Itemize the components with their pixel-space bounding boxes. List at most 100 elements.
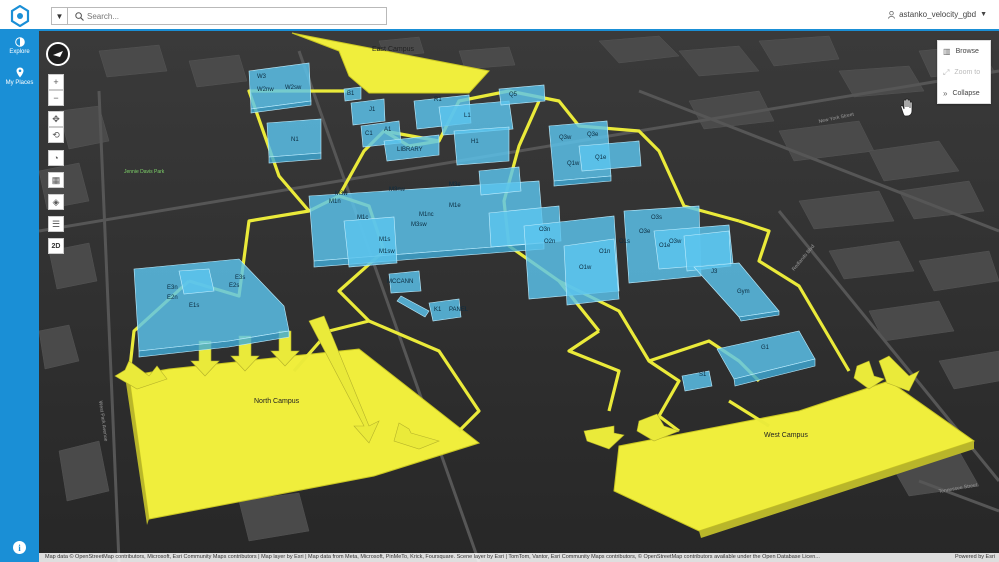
west-campus-label: West Campus: [764, 432, 808, 439]
nav-item-explore[interactable]: Explore: [0, 31, 39, 61]
bldg-label-e2s: E2s: [229, 283, 239, 289]
nav-item-label: Explore: [9, 49, 30, 55]
left-nav: Explore My Places i: [0, 31, 39, 562]
bldg-label-e2n: E2n: [167, 295, 178, 301]
layers-button[interactable]: ◈: [48, 194, 64, 210]
zoom-to-button[interactable]: ⤢ Zoom to: [938, 62, 990, 83]
basemap-button[interactable]: ▦: [48, 172, 64, 188]
bldg-label-e3n: E3n: [167, 285, 178, 291]
grid-icon: ▦: [51, 174, 61, 185]
collapse-button[interactable]: » Collapse: [938, 83, 990, 104]
bldg-label-o1e: O1e: [659, 243, 671, 249]
bldg-label-q1w: Q1w: [567, 161, 580, 167]
rotate-button[interactable]: ⟲: [48, 127, 64, 143]
bldg-label-q1e: Q1e: [595, 155, 607, 161]
app-logo[interactable]: [0, 0, 39, 31]
zoom-to-label: Zoom to: [954, 69, 981, 76]
bldg-label-q3e: Q3e: [587, 132, 599, 138]
bldg-label-o3e: O3e: [639, 229, 651, 235]
bldg-label-o3w: O3w: [669, 239, 682, 245]
bldg-label-m1s: M1s: [379, 237, 390, 243]
collapse-label: Collapse: [952, 90, 980, 97]
list-icon: ☰: [51, 218, 61, 229]
bldg-label-j1: J1: [369, 107, 376, 113]
bldg-label-o1n: O1n: [599, 249, 610, 255]
feature-panel: ▥ Browse ⤢ Zoom to » Collapse: [937, 40, 991, 104]
bldg-label-o1w: O1w: [579, 265, 592, 271]
bldg-label-library: LIBRARY: [397, 147, 423, 153]
rotate-icon: ⟲: [52, 129, 60, 140]
map-attribution: Map data © OpenStreetMap contributors, M…: [39, 553, 999, 562]
zoom-out-button[interactable]: −: [48, 90, 64, 106]
scene-canvas[interactable]: W3 W2nw W2sw N1 B1 J1 C1 A1 R1 L1 LIBRAR…: [39, 31, 999, 562]
user-icon: [888, 10, 896, 19]
bldg-label-m3sw: M3sw: [411, 222, 427, 228]
bldg-label-m3w: M3w: [335, 191, 348, 197]
map-view[interactable]: W3 W2nw W2sw N1 B1 J1 C1 A1 R1 L1 LIBRAR…: [39, 31, 999, 562]
bldg-label-gym: Gym: [737, 289, 750, 295]
username-label: astanko_velocity_gbd: [899, 10, 977, 19]
minus-icon: −: [53, 93, 59, 103]
chevron-down-icon: ▼: [980, 11, 987, 18]
search-icon: [71, 8, 87, 24]
compass-icon: [53, 51, 63, 57]
bldg-label-a1: A1: [384, 127, 392, 133]
bldg-label-panel: PANEL: [449, 307, 469, 313]
browse-icon: ▥: [943, 47, 951, 56]
bldg-label-n1: N1: [291, 137, 299, 143]
attribution-text: Map data © OpenStreetMap contributors, M…: [45, 554, 820, 560]
search-source-dropdown[interactable]: ▼: [52, 8, 68, 24]
browse-button[interactable]: ▥ Browse: [938, 41, 990, 62]
zoom-to-icon: ⤢: [943, 67, 950, 77]
bldg-label-e3s: E3s: [235, 275, 245, 281]
bldg-label-o2n: O2n: [544, 239, 555, 245]
zoom-in-button[interactable]: +: [48, 74, 64, 90]
caret-down-icon: ▼: [55, 11, 64, 21]
app-logo-icon: [10, 4, 29, 27]
bldg-label-o1s: O1s: [619, 239, 630, 245]
bldg-label-m1n: M1n: [329, 199, 341, 205]
compass-button[interactable]: [46, 42, 70, 66]
bldg-label-e1s: E1s: [189, 303, 199, 309]
search-bar: ▼: [51, 7, 387, 25]
pan-icon: ✥: [52, 113, 60, 124]
park-label: Jennie Davis Park: [124, 169, 165, 175]
bldg-label-m1nc: M1nc: [419, 212, 434, 218]
info-button[interactable]: i: [13, 541, 26, 554]
daylight-button[interactable]: ◔: [48, 150, 64, 166]
daylight-icon: ◔: [53, 153, 59, 163]
bldg-label-c1: C1: [365, 131, 373, 137]
top-bar: ▼ astanko_velocity_gbd ▼: [0, 0, 999, 31]
bldg-label-m1sw: M1sw: [379, 249, 395, 255]
bldg-label-o3n: O3n: [539, 227, 550, 233]
places-icon: [16, 67, 23, 77]
info-icon: i: [18, 542, 21, 553]
nav-item-label: My Places: [5, 79, 34, 86]
bldg-label-b1: B1: [347, 91, 355, 97]
bldg-label-j3: J3: [711, 269, 718, 275]
user-menu[interactable]: astanko_velocity_gbd ▼: [888, 10, 987, 19]
bldg-label-mccann: MCCANN: [387, 279, 413, 285]
bldg-label-h1: H1: [471, 139, 479, 145]
plus-icon: +: [53, 77, 59, 87]
pan-button[interactable]: ✥: [48, 111, 64, 127]
bldg-label-l1: L1: [464, 113, 471, 119]
browse-label: Browse: [955, 48, 979, 55]
nav-item-my-places[interactable]: My Places: [0, 61, 39, 91]
east-campus-label: East Campus: [372, 46, 415, 53]
bldg-label-s1: S1: [699, 372, 707, 378]
bldg-label-q5: Q5: [509, 92, 518, 98]
bldg-label-w2nw: W2nw: [257, 87, 274, 93]
view-2d-button[interactable]: 2D: [48, 238, 64, 254]
bldg-label-m3nw: M3nw: [389, 187, 406, 193]
bldg-label-w2sw: W2sw: [285, 85, 302, 91]
view-2d-label: 2D: [51, 242, 61, 250]
explore-icon: [14, 37, 25, 47]
layers-icon: ◈: [52, 196, 60, 207]
bldg-label-w3: W3: [257, 74, 267, 80]
legend-button[interactable]: ☰: [48, 216, 64, 232]
app-window: ▼ astanko_velocity_gbd ▼ Explore My Plac…: [0, 0, 999, 562]
search-input[interactable]: [87, 9, 377, 23]
powered-by[interactable]: Powered by Esri: [955, 553, 995, 562]
bldg-label-g1: G1: [761, 345, 770, 351]
